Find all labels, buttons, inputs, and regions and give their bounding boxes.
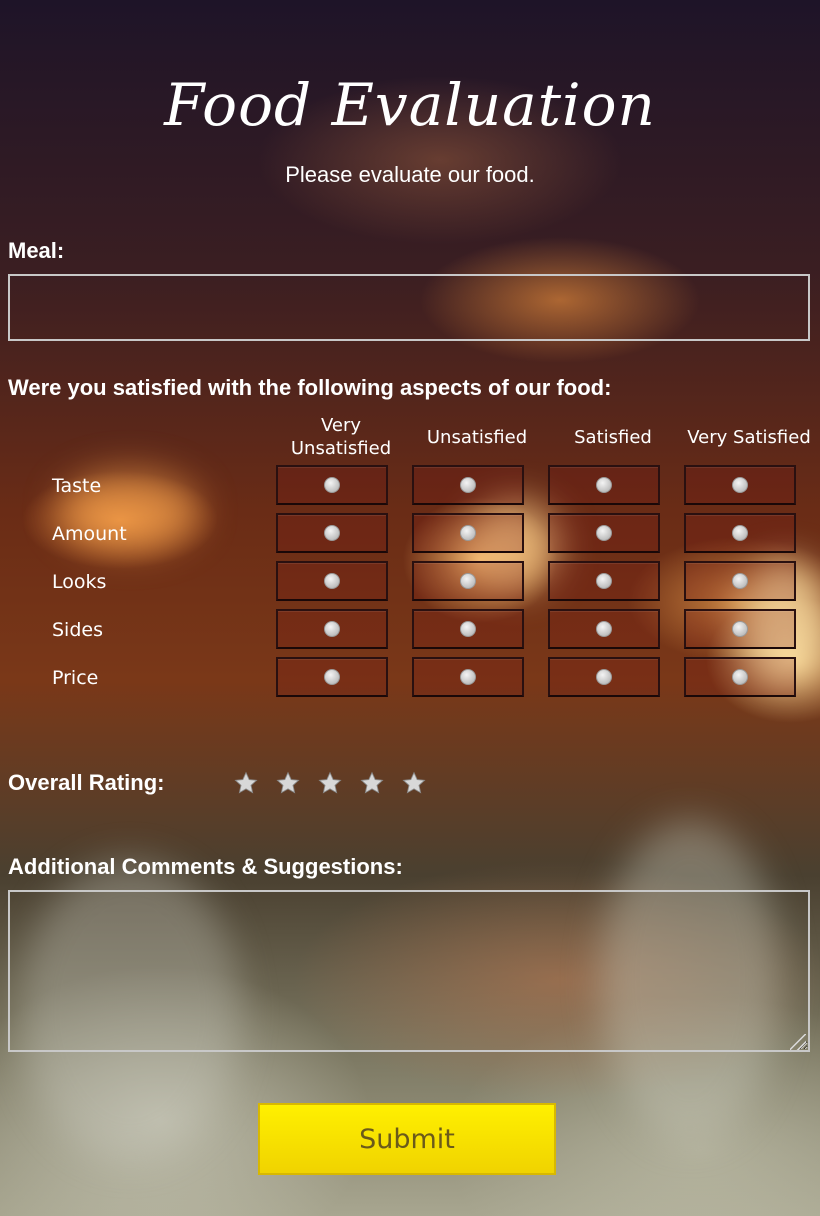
radio-button[interactable] <box>596 669 612 685</box>
radio-cell-taste-satisfied[interactable] <box>548 465 660 505</box>
radio-cell-price-very-satisfied[interactable] <box>684 657 796 697</box>
star-3-icon[interactable] <box>316 769 344 797</box>
radio-cell-price-satisfied[interactable] <box>548 657 660 697</box>
satisfaction-question: Were you satisfied with the following as… <box>8 375 612 400</box>
radio-cell-price-very-unsatisfied[interactable] <box>276 657 388 697</box>
radio-button[interactable] <box>732 525 748 541</box>
radio-cell-taste-very-unsatisfied[interactable] <box>276 465 388 505</box>
radio-cell-sides-unsatisfied[interactable] <box>412 609 524 649</box>
radio-button[interactable] <box>732 573 748 589</box>
star-5-icon[interactable] <box>400 769 428 797</box>
radio-cell-sides-satisfied[interactable] <box>548 609 660 649</box>
radio-cell-amount-unsatisfied[interactable] <box>412 513 524 553</box>
radio-cell-amount-satisfied[interactable] <box>548 513 660 553</box>
radio-button[interactable] <box>596 573 612 589</box>
radio-button[interactable] <box>596 477 612 493</box>
row-label-looks: Looks <box>52 571 107 593</box>
radio-button[interactable] <box>732 669 748 685</box>
radio-button[interactable] <box>732 477 748 493</box>
column-header-satisfied: Satisfied <box>574 426 652 448</box>
star-rating <box>232 769 428 797</box>
radio-cell-price-unsatisfied[interactable] <box>412 657 524 697</box>
radio-cell-amount-very-unsatisfied[interactable] <box>276 513 388 553</box>
radio-cell-looks-unsatisfied[interactable] <box>412 561 524 601</box>
radio-cell-taste-unsatisfied[interactable] <box>412 465 524 505</box>
column-header-unsatisfied: Unsatisfied <box>426 426 528 448</box>
column-header-very-unsatisfied: Very Unsatisfied <box>290 415 392 459</box>
row-label-price: Price <box>52 667 99 689</box>
radio-button[interactable] <box>460 525 476 541</box>
radio-button[interactable] <box>596 621 612 637</box>
overall-rating-label: Overall Rating: <box>8 770 165 795</box>
comments-label: Additional Comments & Suggestions: <box>8 854 403 879</box>
radio-button[interactable] <box>732 621 748 637</box>
radio-button[interactable] <box>324 525 340 541</box>
radio-button[interactable] <box>324 573 340 589</box>
form-title: Food Evaluation <box>164 71 656 139</box>
resize-grip-icon[interactable] <box>790 1034 806 1050</box>
radio-button[interactable] <box>460 669 476 685</box>
radio-cell-looks-satisfied[interactable] <box>548 561 660 601</box>
radio-button[interactable] <box>324 669 340 685</box>
star-4-icon[interactable] <box>358 769 386 797</box>
radio-button[interactable] <box>324 477 340 493</box>
radio-button[interactable] <box>596 525 612 541</box>
radio-button[interactable] <box>460 573 476 589</box>
row-label-taste: Taste <box>52 475 102 497</box>
row-label-sides: Sides <box>52 619 103 641</box>
submit-button[interactable]: Submit <box>258 1103 556 1175</box>
star-1-icon[interactable] <box>232 769 260 797</box>
radio-cell-looks-very-satisfied[interactable] <box>684 561 796 601</box>
radio-button[interactable] <box>460 621 476 637</box>
radio-button[interactable] <box>324 621 340 637</box>
radio-cell-sides-very-unsatisfied[interactable] <box>276 609 388 649</box>
row-label-amount: Amount <box>52 523 127 545</box>
comments-textarea[interactable] <box>8 890 810 1052</box>
star-2-icon[interactable] <box>274 769 302 797</box>
column-header-very-satisfied: Very Satisfied <box>687 426 811 448</box>
radio-button[interactable] <box>460 477 476 493</box>
form-subtitle: Please evaluate our food. <box>285 162 535 187</box>
meal-input[interactable] <box>8 274 810 341</box>
meal-label: Meal: <box>8 238 65 263</box>
radio-cell-looks-very-unsatisfied[interactable] <box>276 561 388 601</box>
radio-cell-taste-very-satisfied[interactable] <box>684 465 796 505</box>
radio-cell-amount-very-satisfied[interactable] <box>684 513 796 553</box>
radio-cell-sides-very-satisfied[interactable] <box>684 609 796 649</box>
